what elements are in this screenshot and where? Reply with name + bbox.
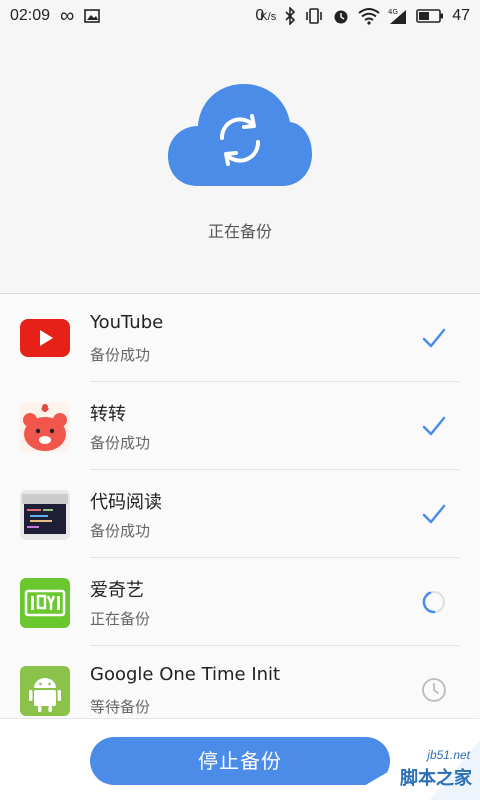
youtube-icon <box>20 314 70 364</box>
list-item[interactable]: 爱奇艺 正在备份 <box>0 558 480 646</box>
bluetooth-icon <box>285 7 296 25</box>
iqiyi-icon <box>20 578 70 628</box>
image-icon <box>84 9 101 23</box>
alarm-icon <box>334 10 348 24</box>
list-item[interactable]: Google One Time Init 等待备份 <box>0 646 480 718</box>
list-item[interactable]: 代码阅读 备份成功 <box>0 470 480 558</box>
wifi-icon <box>358 8 380 25</box>
watermark: jb51.net 脚本之家 <box>340 718 480 800</box>
signal-4g-icon: 4G <box>388 8 407 24</box>
check-icon <box>422 504 446 524</box>
cloud-sync-icon <box>168 84 312 186</box>
app-name: 爱奇艺 <box>90 580 144 601</box>
status-bar: 02:09 ∞ 0K/s 4G 47 <box>0 0 480 32</box>
check-icon <box>422 328 446 348</box>
clock-icon <box>422 678 446 702</box>
status-bar-right: 0K/s 4G 47 <box>255 7 470 25</box>
infinity-icon: ∞ <box>60 4 75 27</box>
zhuanzhuan-icon <box>20 402 70 452</box>
net-speed: 0K/s <box>255 7 277 24</box>
list-item[interactable]: YouTube 备份成功 <box>0 294 480 382</box>
status-time: 02:09 <box>10 7 51 24</box>
app-name: 代码阅读 <box>90 492 162 513</box>
app-status: 正在备份 <box>90 610 151 628</box>
watermark-name: 脚本之家 <box>400 768 472 789</box>
vibrate-icon <box>306 8 323 24</box>
check-icon <box>422 416 446 436</box>
backup-status-text: 正在备份 <box>207 222 272 241</box>
status-bar-left: 02:09 ∞ <box>10 4 101 28</box>
app-backup-list: YouTube 备份成功 转转 备份成功 代码阅读 备份成功 爱奇艺 正在备份 … <box>0 294 480 718</box>
loading-spinner-icon <box>422 591 445 614</box>
app-name: Google One Time Init <box>90 664 281 685</box>
svg-text:4G: 4G <box>388 8 398 16</box>
android-icon <box>20 666 70 716</box>
list-item[interactable]: 转转 备份成功 <box>0 382 480 470</box>
app-name: 转转 <box>90 404 126 425</box>
app-status: 备份成功 <box>90 434 151 452</box>
app-status: 备份成功 <box>90 346 151 364</box>
watermark-url: jb51.net <box>427 748 470 762</box>
codeviewer-icon <box>20 490 70 540</box>
app-name: YouTube <box>90 312 164 333</box>
battery-icon <box>416 9 444 23</box>
backup-hero: 正在备份 <box>0 32 480 294</box>
app-status: 等待备份 <box>90 698 151 716</box>
battery-level: 47 <box>452 7 470 24</box>
bottom-bar: 停止备份 jb51.net 脚本之家 <box>0 718 480 800</box>
app-status: 备份成功 <box>90 522 151 540</box>
